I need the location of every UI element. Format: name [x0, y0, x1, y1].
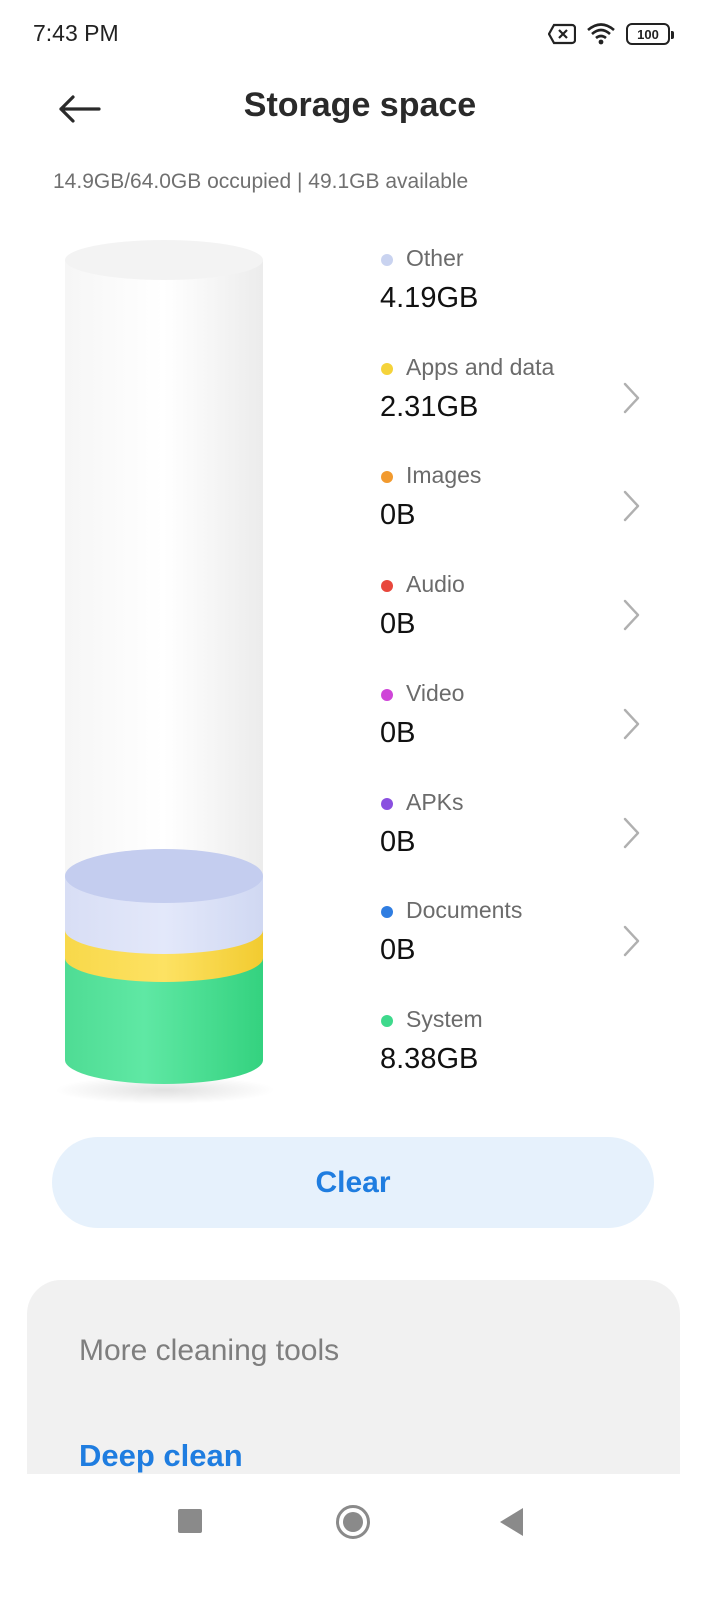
header: Storage space [0, 70, 720, 150]
deep-clean-link[interactable]: Deep clean [79, 1438, 243, 1474]
category-size: 0B [380, 934, 416, 967]
category-label: Other [406, 245, 464, 271]
cylinder-top [65, 240, 263, 280]
storage-category-images[interactable]: Images 0B [380, 457, 660, 547]
category-color-dot [381, 797, 393, 810]
storage-summary: 14.9GB/64.0GB occupied | 49.1GB availabl… [53, 170, 469, 193]
cylinder-fill-top [65, 849, 263, 903]
triangle-back-icon[interactable] [497, 1506, 525, 1538]
category-color-dot [381, 688, 393, 701]
chevron-right-icon[interactable] [622, 816, 642, 850]
navigation-bar [0, 1474, 720, 1600]
category-size: 4.19GB [380, 282, 479, 314]
battery-level: 100 [637, 26, 659, 42]
storage-cylinder [55, 240, 275, 1104]
chevron-right-icon[interactable] [622, 924, 642, 958]
category-size: 0B [380, 825, 416, 858]
wifi-icon [587, 23, 615, 45]
cylinder-free-space [65, 260, 263, 876]
category-size: 0B [380, 716, 416, 749]
cleaning-tools-title: More cleaning tools [79, 1334, 340, 1367]
category-label: Apps and data [406, 353, 555, 380]
chevron-right-icon[interactable] [622, 489, 642, 523]
category-label: Documents [406, 897, 523, 924]
storage-category-apps-and-data[interactable]: Apps and data 2.31GB [380, 349, 660, 439]
category-label: Video [406, 679, 465, 706]
category-color-dot [381, 254, 393, 266]
status-icons: 100 [548, 22, 674, 46]
category-size: 0B [380, 499, 416, 532]
category-label: Images [406, 462, 482, 489]
storage-category-audio[interactable]: Audio 0B [380, 566, 660, 656]
square-icon[interactable] [178, 1509, 202, 1533]
circle-home-icon[interactable] [335, 1504, 371, 1540]
storage-category-video[interactable]: Video 0B [380, 675, 660, 765]
category-size: 8.38GB [380, 1042, 479, 1075]
storage-category-documents[interactable]: Documents 0B [380, 892, 660, 982]
chevron-right-icon[interactable] [622, 707, 642, 741]
category-size: 2.31GB [380, 390, 479, 423]
category-color-dot [381, 906, 393, 919]
category-label: System [406, 1005, 483, 1032]
status-time: 7:43 PM [33, 20, 119, 46]
category-size: 0B [380, 608, 416, 641]
category-color-dot [381, 580, 393, 593]
status-bar: 7:43 PM 100 [0, 0, 720, 70]
storage-category-apks[interactable]: APKs 0B [380, 784, 660, 874]
category-color-dot [381, 362, 393, 375]
storage-category-system: System 8.38GB [380, 1001, 660, 1091]
category-color-dot [381, 1014, 393, 1027]
category-color-dot [381, 471, 393, 484]
chevron-right-icon[interactable] [622, 598, 642, 632]
category-label: Audio [406, 571, 465, 598]
storage-category-other: Other 4.19GB [380, 240, 660, 330]
clear-button[interactable]: Clear [52, 1137, 654, 1228]
sim-no-signal-icon [548, 23, 576, 45]
category-label: APKs [406, 788, 464, 815]
cleaning-tools-card: More cleaning tools Deep clean [27, 1280, 680, 1474]
chevron-right-icon[interactable] [622, 381, 642, 415]
battery-icon: 100 [626, 23, 674, 45]
page-title: Storage space [243, 86, 477, 124]
